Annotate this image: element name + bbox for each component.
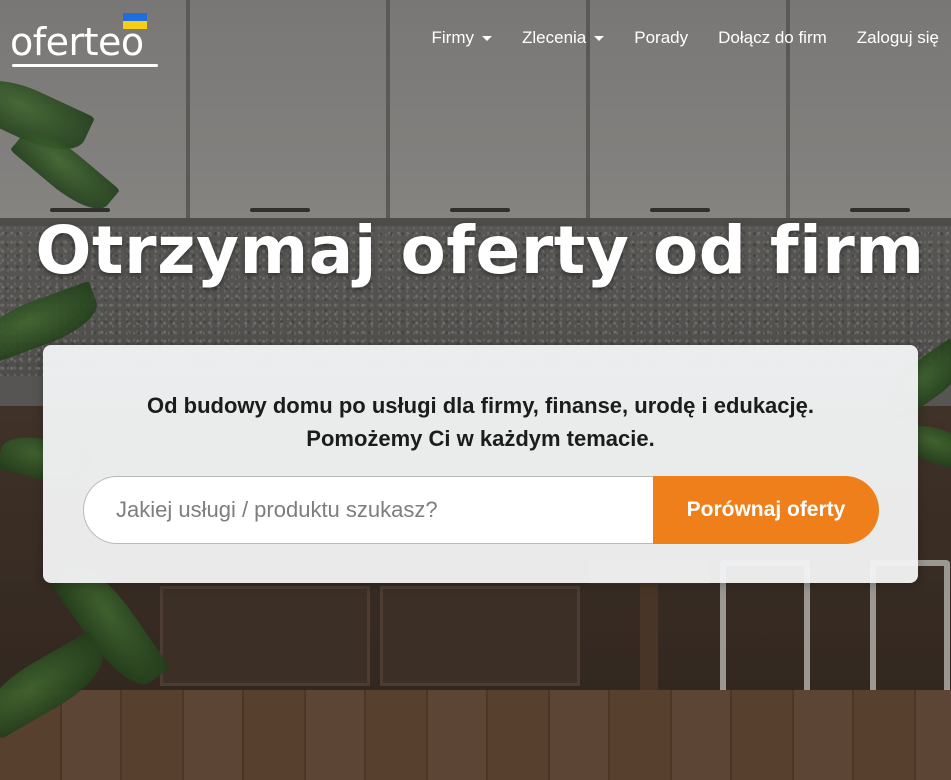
search-input[interactable] (83, 476, 653, 544)
nav-item-zlecenia[interactable]: Zlecenia (522, 28, 605, 48)
caret-down-icon (594, 35, 605, 41)
hero-subtitle: Od budowy domu po usługi dla firmy, fina… (43, 389, 918, 455)
hero-title: Otrzymaj oferty od firm (35, 212, 925, 289)
subtitle-line-2: Pomożemy Ci w każdym temacie. (306, 426, 655, 451)
nav-item-label: Zaloguj się (856, 28, 939, 47)
search-card: Od budowy domu po usługi dla firmy, fina… (43, 345, 918, 583)
compare-offers-button[interactable]: Porównaj oferty (653, 476, 879, 544)
nav-item-zaloguj[interactable]: Zaloguj się (857, 28, 939, 48)
site-header: oferteo Firmy Zlecenia Porady Dołącz do … (0, 0, 951, 80)
subtitle-line-1: Od budowy domu po usługi dla firmy, fina… (146, 393, 814, 418)
search-form: Porównaj oferty (83, 476, 879, 544)
nav-item-label: Firmy (431, 28, 474, 47)
ukraine-flag-icon (123, 13, 147, 29)
caret-down-icon (482, 35, 492, 41)
logo-underline (12, 64, 158, 67)
nav-item-firmy[interactable]: Firmy (432, 28, 492, 48)
nav-item-porady[interactable]: Porady (634, 28, 688, 48)
nav-item-dolacz[interactable]: Dołącz do firm (718, 28, 827, 48)
nav-item-label: Dołącz do firm (718, 28, 827, 47)
nav-item-label: Zlecenia (522, 28, 587, 47)
main-nav: Firmy Zlecenia Porady Dołącz do firm Zal… (402, 28, 939, 48)
nav-item-label: Porady (634, 28, 689, 47)
